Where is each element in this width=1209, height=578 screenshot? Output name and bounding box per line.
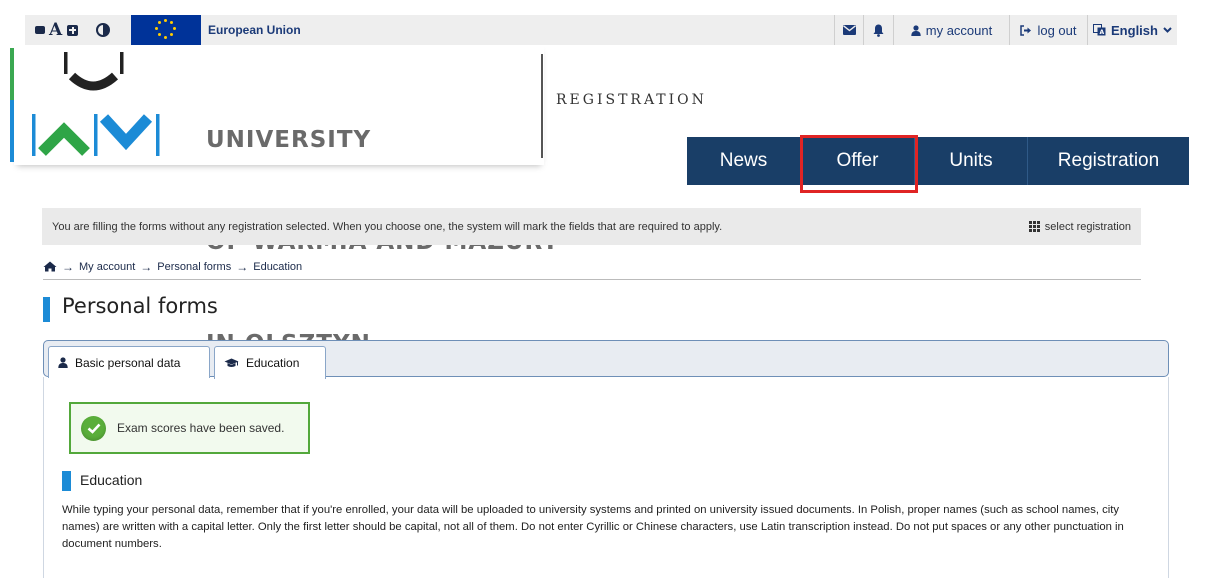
check-circle-icon <box>81 415 106 441</box>
select-registration-link[interactable]: select registration <box>1028 220 1131 233</box>
nav-news[interactable]: News <box>687 137 801 185</box>
accent-bar-green <box>10 48 14 100</box>
header-divider <box>541 54 543 158</box>
font-size-letter[interactable]: A <box>49 15 62 45</box>
university-logo-icon[interactable] <box>32 52 162 157</box>
user-icon <box>58 357 68 368</box>
breadcrumb-personal-forms[interactable]: Personal forms <box>157 261 231 273</box>
select-registration-label: select registration <box>1044 220 1131 233</box>
tab-education[interactable]: Education <box>214 346 326 379</box>
sign-out-icon <box>1020 24 1032 36</box>
nav-registration[interactable]: Registration <box>1028 137 1189 185</box>
tab-basic-personal-data-label: Basic personal data <box>75 355 181 370</box>
breadcrumb-separator: → <box>140 259 153 274</box>
education-instructions: While typing your personal data, remembe… <box>62 504 1124 550</box>
my-account-label: my account <box>925 22 993 38</box>
registration-notice-text: You are filling the forms without any re… <box>52 220 723 233</box>
nav-offer[interactable]: Offer <box>801 137 915 185</box>
svg-text:A: A <box>1100 29 1105 36</box>
breadcrumb-education: Education <box>253 260 303 273</box>
graduation-cap-icon <box>224 358 239 367</box>
language-label: English <box>1111 22 1158 38</box>
language-icon: A <box>1093 24 1106 36</box>
bell-icon <box>873 24 884 37</box>
chevron-down-icon <box>1163 27 1172 33</box>
user-icon <box>911 24 921 36</box>
messages-button[interactable] <box>834 15 863 45</box>
home-icon[interactable] <box>43 261 57 272</box>
grid-icon <box>1028 221 1040 232</box>
my-account-link[interactable]: my account <box>893 15 1009 45</box>
log-out-link[interactable]: log out <box>1009 15 1087 45</box>
app-title: REGISTRATION <box>556 92 707 108</box>
eu-flag-logo <box>131 15 201 45</box>
registration-notice: You are filling the forms without any re… <box>42 208 1141 245</box>
contrast-icon[interactable] <box>96 23 110 37</box>
section-title-education: Education <box>80 472 143 488</box>
log-out-label: log out <box>1037 22 1077 38</box>
envelope-icon <box>842 25 856 35</box>
university-name-line-1: UNIVERSITY <box>206 127 372 153</box>
success-alert: Exam scores have been saved. <box>69 402 310 454</box>
form-tabs: Basic personal data Education <box>43 340 1169 379</box>
eu-label: European Union <box>208 23 301 37</box>
title-accent-bar <box>43 297 50 322</box>
page-title: Personal forms <box>62 294 218 318</box>
notifications-button[interactable] <box>863 15 893 45</box>
main-navigation: News Offer Units Registration <box>687 137 1189 185</box>
breadcrumb-separator: → <box>62 259 74 274</box>
success-alert-text: Exam scores have been saved. <box>117 421 285 435</box>
section-accent-bar <box>62 471 71 491</box>
tab-education-label: Education <box>246 356 300 370</box>
decrease-font-icon[interactable] <box>35 15 47 45</box>
breadcrumb: → My account → Personal forms → Educatio… <box>43 254 1141 280</box>
nav-units[interactable]: Units <box>915 137 1028 185</box>
breadcrumb-my-account[interactable]: My account <box>79 261 135 273</box>
increase-font-icon[interactable] <box>67 15 79 45</box>
tab-basic-personal-data[interactable]: Basic personal data <box>48 346 210 378</box>
accent-bar-blue <box>10 100 14 162</box>
top-utility-bar: A European Union my account log out A En… <box>25 15 1177 45</box>
breadcrumb-separator: → <box>236 259 249 274</box>
language-dropdown[interactable]: A English <box>1087 15 1177 45</box>
